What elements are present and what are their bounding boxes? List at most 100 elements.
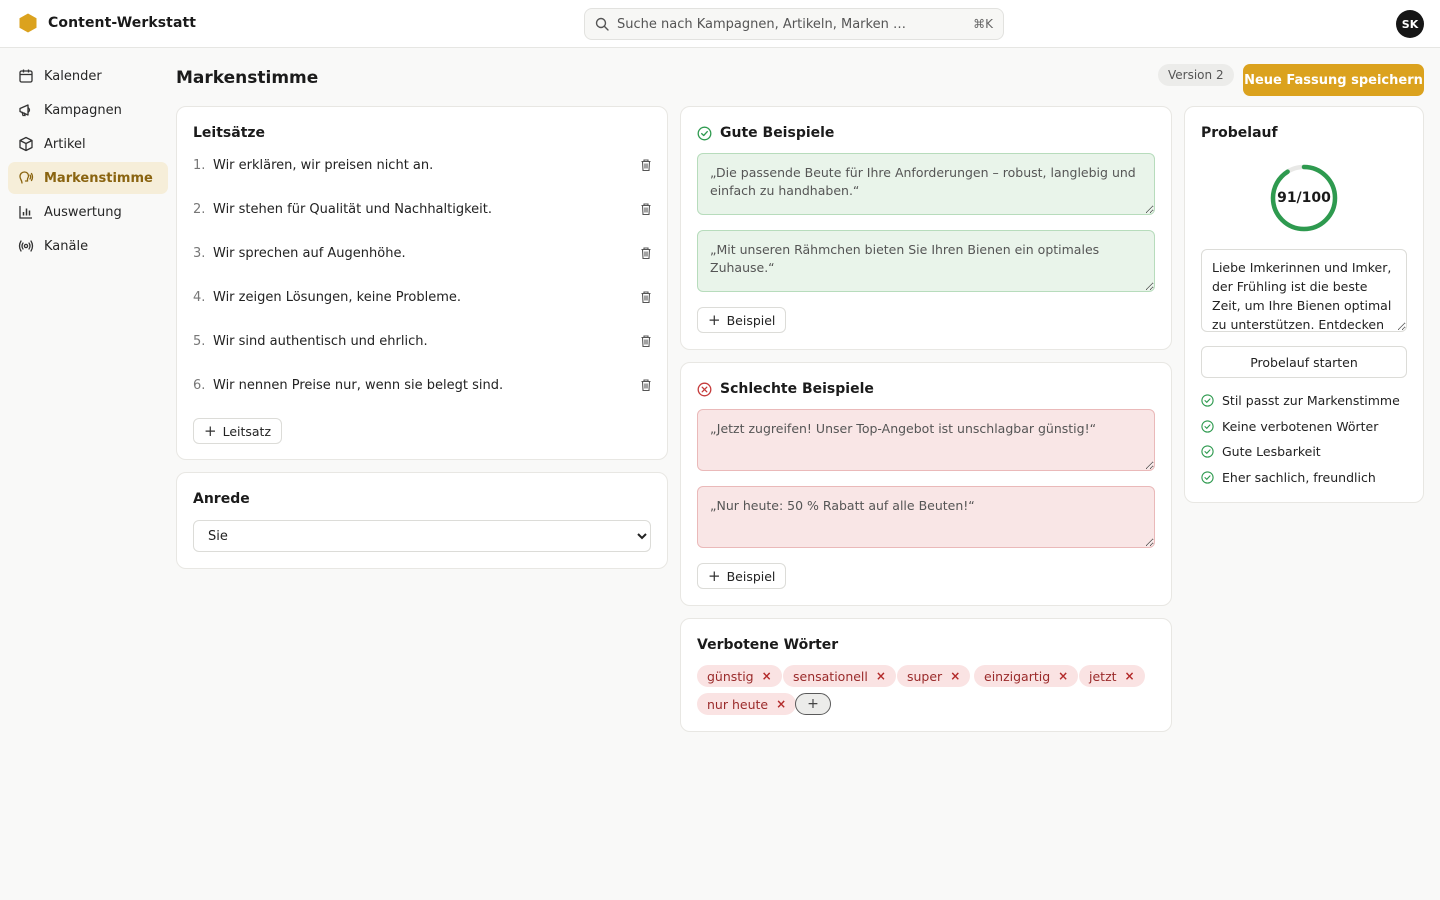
check-circle-icon <box>697 126 712 140</box>
address-card: Anrede Sie <box>176 472 668 569</box>
principle-text[interactable]: Wir nennen Preise nur, wenn sie belegt s… <box>213 378 639 393</box>
sidebar-item-kalender[interactable]: Kalender <box>8 60 168 92</box>
search-icon <box>595 17 609 31</box>
bad-example-input[interactable]: „Jetzt zugreifen! Unser Top-Angebot ist … <box>697 409 1155 471</box>
principle-row: 5. Wir sind authentisch und ehrlich. <box>193 329 653 353</box>
principles-title: Leitsätze <box>193 125 266 141</box>
add-example-label: Beispiel <box>726 312 776 328</box>
trash-icon[interactable] <box>639 158 653 172</box>
trash-icon[interactable] <box>639 290 653 304</box>
forbidden-words-title: Verbotene Wörter <box>697 637 839 653</box>
forbidden-word-tag: jetzt × <box>1079 665 1145 687</box>
search-input[interactable] <box>617 16 974 32</box>
forbidden-word-tag: einzigartig × <box>974 665 1079 687</box>
forbidden-word: super <box>907 668 943 684</box>
remove-icon[interactable]: × <box>876 669 886 683</box>
check-label: Gute Lesbarkeit <box>1222 444 1321 459</box>
sidebar-item-kanaele[interactable]: Kanäle <box>8 230 168 262</box>
principle-row: 6. Wir nennen Preise nur, wenn sie beleg… <box>193 373 653 397</box>
remove-icon[interactable]: × <box>762 669 772 683</box>
start-trial-button[interactable]: Probelauf starten <box>1201 346 1407 378</box>
plus-icon: + <box>708 310 721 329</box>
principle-row: 4. Wir zeigen Lösungen, keine Probleme. <box>193 285 653 309</box>
sidebar-item-artikel[interactable]: Artikel <box>8 128 168 160</box>
forbidden-word-tag: günstig × <box>697 665 782 687</box>
forbidden-word-tag: sensationell × <box>783 665 896 687</box>
trash-icon[interactable] <box>639 378 653 392</box>
sidebar-item-label: Markenstimme <box>44 170 153 186</box>
forbidden-word-tag: super × <box>897 665 971 687</box>
trash-icon[interactable] <box>639 202 653 216</box>
check-label: Keine verbotenen Wörter <box>1222 419 1379 434</box>
principle-row: 1. Wir erklären, wir preisen nicht an. <box>193 153 653 177</box>
plus-icon: + <box>807 696 819 712</box>
principle-number: 5. <box>193 333 206 349</box>
check-circle-icon <box>1201 394 1214 407</box>
sample-text-input[interactable]: Liebe Imkerinnen und Imker, der Frühling… <box>1201 249 1407 332</box>
app-name: Content-Werkstatt <box>48 15 197 31</box>
remove-icon[interactable]: × <box>1125 669 1135 683</box>
principle-text[interactable]: Wir stehen für Qualität und Nachhaltigke… <box>213 202 639 217</box>
sidebar-item-label: Kalender <box>44 68 102 84</box>
bad-examples-title: Schlechte Beispiele <box>720 381 874 397</box>
good-examples-card: Gute Beispiele „Die passende Beute für I… <box>680 106 1172 350</box>
check-item: Gute Lesbarkeit <box>1201 444 1321 459</box>
check-item: Keine verbotenen Wörter <box>1201 419 1378 434</box>
check-label: Eher sachlich, freundlich <box>1222 470 1376 485</box>
sidebar-item-kampagnen[interactable]: Kampagnen <box>8 94 168 126</box>
page-title: Markenstimme <box>176 68 319 88</box>
avatar[interactable]: SK <box>1396 10 1424 38</box>
principle-number: 2. <box>193 201 206 217</box>
good-examples-title: Gute Beispiele <box>720 125 835 141</box>
remove-icon[interactable]: × <box>1058 669 1068 683</box>
principle-number: 1. <box>193 157 206 173</box>
trash-icon[interactable] <box>639 246 653 260</box>
principle-text[interactable]: Wir erklären, wir preisen nicht an. <box>213 158 639 173</box>
version-badge: Version 2 <box>1158 64 1234 86</box>
add-principle-label: Leitsatz <box>222 423 272 439</box>
add-forbidden-word-button[interactable]: + <box>795 693 831 715</box>
good-example-input[interactable]: „Mit unseren Rähmchen bieten Sie Ihren B… <box>697 230 1155 292</box>
bad-example-input[interactable]: „Nur heute: 50 % Rabatt auf alle Beuten!… <box>697 486 1155 548</box>
principle-row: 2. Wir stehen für Qualität und Nachhalti… <box>193 197 653 221</box>
add-example-label: Beispiel <box>726 568 776 584</box>
score-ring: 91/100 <box>1269 163 1339 233</box>
principle-text[interactable]: Wir zeigen Lösungen, keine Probleme. <box>213 290 639 305</box>
add-good-example-button[interactable]: + Beispiel <box>697 307 787 333</box>
score-value: 91/100 <box>1277 190 1331 206</box>
principle-row: 3. Wir sprechen auf Augenhöhe. <box>193 241 653 265</box>
principle-text[interactable]: Wir sprechen auf Augenhöhe. <box>213 246 639 261</box>
check-circle-icon <box>1201 471 1214 484</box>
forbidden-word: günstig <box>707 668 754 684</box>
principles-card: Leitsätze 1. Wir erklären, wir preisen n… <box>176 106 668 460</box>
voice-icon <box>19 171 34 184</box>
sidebar: Kalender Kampagnen Artikel Markenstimme <box>8 60 168 264</box>
good-example-input[interactable]: „Die passende Beute für Ihre Anforderung… <box>697 153 1155 215</box>
address-select[interactable]: Sie <box>193 520 651 552</box>
forbidden-word-tag: nur heute × <box>697 693 797 715</box>
forbidden-word: jetzt <box>1089 668 1117 684</box>
search-bar[interactable]: ⌘K <box>584 8 1004 40</box>
sidebar-item-label: Kampagnen <box>44 102 122 118</box>
remove-icon[interactable]: × <box>950 669 960 683</box>
principle-text[interactable]: Wir sind authentisch und ehrlich. <box>213 334 639 349</box>
bar-chart-icon <box>19 206 32 219</box>
forbidden-word: einzigartig <box>984 668 1051 684</box>
sidebar-item-auswertung[interactable]: Auswertung <box>8 196 168 228</box>
principle-number: 4. <box>193 289 206 305</box>
forbidden-word: sensationell <box>793 668 868 684</box>
sidebar-item-markenstimme[interactable]: Markenstimme <box>8 162 168 194</box>
add-principle-button[interactable]: + Leitsatz <box>193 418 283 444</box>
brand[interactable]: Content-Werkstatt <box>19 13 196 33</box>
box-icon <box>19 136 33 152</box>
trash-icon[interactable] <box>639 334 653 348</box>
remove-icon[interactable]: × <box>776 697 786 711</box>
principle-number: 3. <box>193 245 206 261</box>
forbidden-words-card: Verbotene Wörter günstig × sensationell … <box>680 618 1172 732</box>
x-circle-icon <box>697 382 712 396</box>
check-circle-icon <box>1201 420 1214 433</box>
top-bar: Content-Werkstatt ⌘K SK <box>0 0 1440 48</box>
check-item: Eher sachlich, freundlich <box>1201 470 1376 485</box>
add-bad-example-button[interactable]: + Beispiel <box>697 563 787 589</box>
save-version-button[interactable]: Neue Fassung speichern <box>1243 64 1424 96</box>
